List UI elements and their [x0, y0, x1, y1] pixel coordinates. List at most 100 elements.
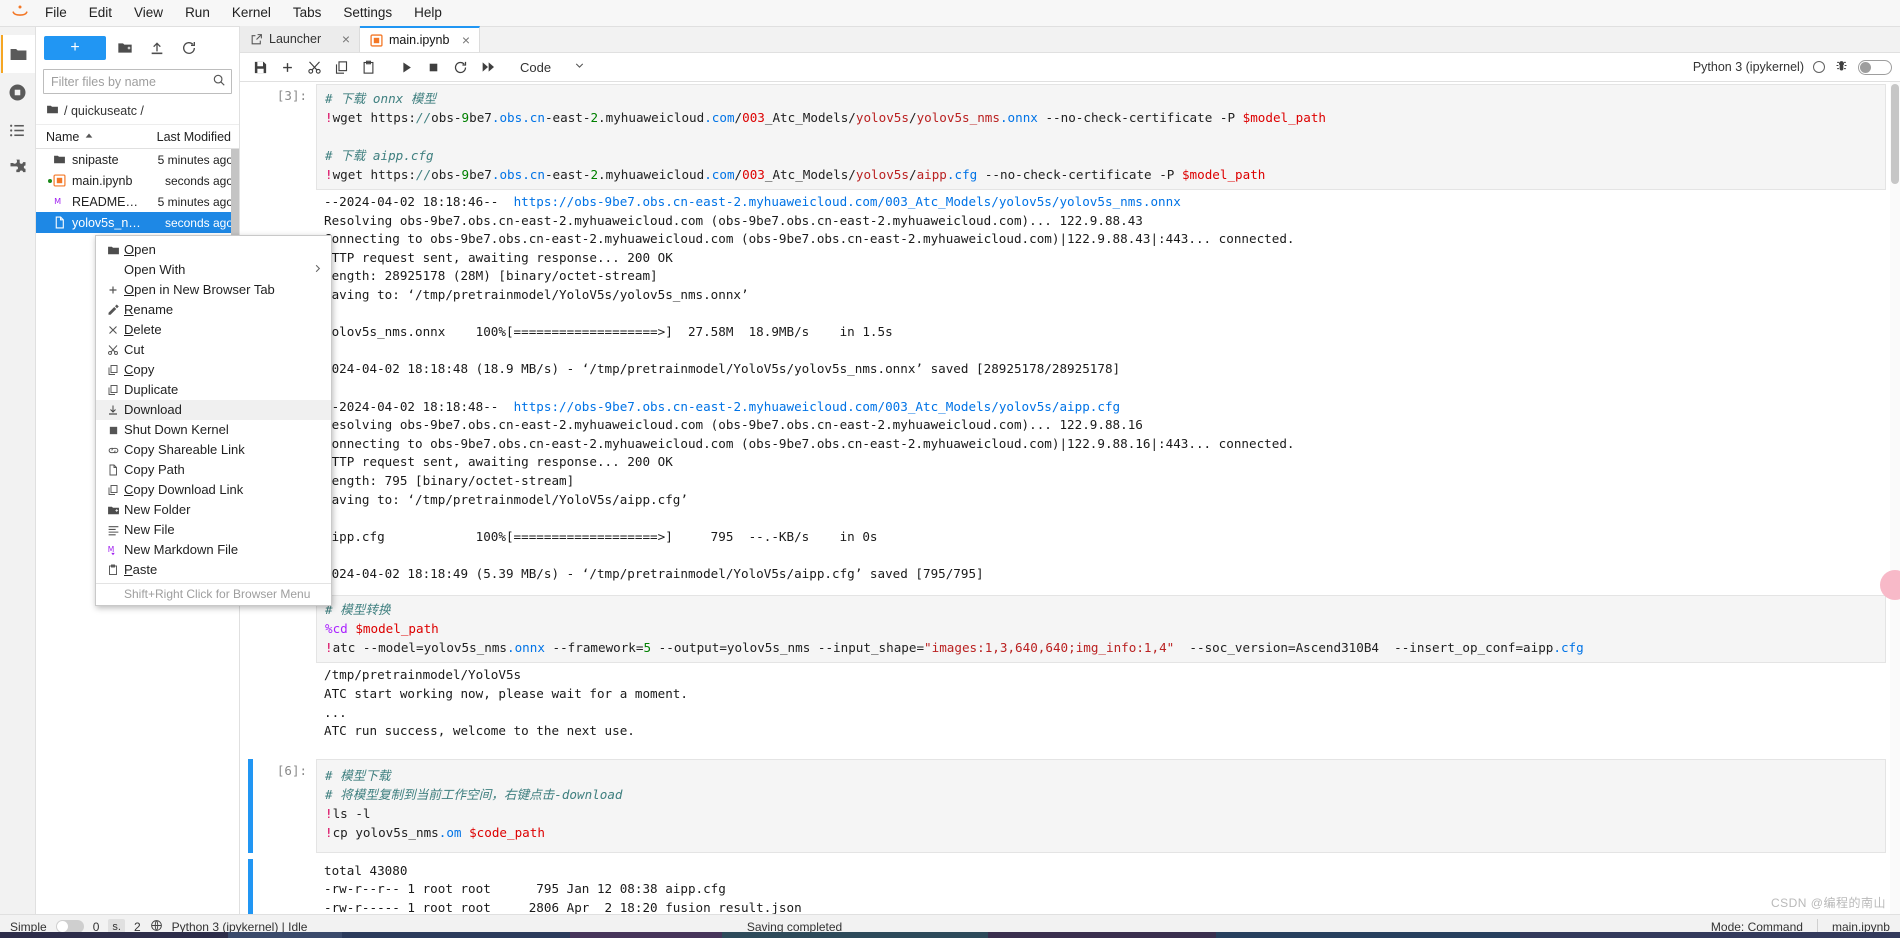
context-menu-item-delete[interactable]: Delete: [96, 320, 331, 340]
copy-icon: [102, 484, 124, 496]
search-input[interactable]: [51, 74, 212, 89]
context-menu-item-shut-down-kernel[interactable]: Shut Down Kernel: [96, 420, 331, 440]
close-icon[interactable]: ×: [342, 32, 350, 46]
context-menu-label: Open in New Browser Tab: [124, 282, 275, 297]
unsaved-dot: [46, 178, 53, 183]
kernel-name[interactable]: Python 3 (ipykernel): [1693, 60, 1804, 74]
cut-icon[interactable]: [302, 56, 327, 79]
sidebar-item-file-browser[interactable]: [0, 35, 35, 73]
sidebar-item-table-of-contents[interactable]: [1, 111, 35, 149]
copy-icon: [102, 364, 124, 376]
refresh-icon[interactable]: [176, 36, 202, 60]
cell-source[interactable]: # 模型下载 # 将模型复制到当前工作空间，右键点击-download !ls …: [316, 758, 1886, 853]
list-item-selected[interactable]: yolov5s_nm... seconds ago: [36, 212, 239, 233]
context-menu-item-new-file[interactable]: New File: [96, 520, 331, 540]
list-item[interactable]: M README.md 5 minutes ago: [36, 191, 239, 212]
workspace: + / quic: [0, 26, 1900, 914]
context-menu-label: Paste: [124, 562, 158, 577]
cell-prompt: [3]:: [276, 88, 307, 103]
svg-text:M: M: [54, 196, 61, 206]
stop-icon[interactable]: [421, 56, 446, 79]
context-menu-item-copy[interactable]: Copy: [96, 360, 331, 380]
context-menu-item-copy-download-link[interactable]: Copy Download Link: [96, 480, 331, 500]
notebook-scrollbar[interactable]: [1890, 82, 1900, 914]
download-icon: [102, 404, 124, 416]
launcher-icon: [250, 33, 263, 46]
cell-prompt: [6]:: [276, 762, 307, 778]
notebook-scroll-region[interactable]: [3]: # 下载 onnx 模型 !wget https://obs-9be7…: [240, 82, 1900, 914]
file-modified: 5 minutes ago: [157, 152, 233, 167]
context-menu-item-open-new-browser-tab[interactable]: Open in New Browser Tab: [96, 280, 331, 300]
new-launcher-button[interactable]: +: [44, 35, 106, 60]
page-icon: [102, 464, 124, 476]
context-menu-item-download[interactable]: Download: [96, 400, 331, 420]
context-menu-label: Shut Down Kernel: [124, 422, 229, 437]
notebook-cell[interactable]: # 模型转换 %cd $model_path !atc --model=yolo…: [240, 595, 1900, 664]
context-menu-item-open-with[interactable]: Open With: [96, 260, 331, 280]
copy-icon[interactable]: [329, 56, 354, 79]
os-taskbar-strip: [0, 932, 1900, 938]
breadcrumb[interactable]: / quickuseatc /: [36, 100, 239, 125]
notebook-cell[interactable]: [3]: # 下载 onnx 模型 !wget https://obs-9be7…: [240, 84, 1900, 190]
cell-source[interactable]: # 下载 onnx 模型 !wget https://obs-9be7.obs.…: [316, 84, 1886, 190]
context-menu-item-new-folder[interactable]: New Folder: [96, 500, 331, 520]
run-icon[interactable]: [394, 56, 419, 79]
context-menu-label: Delete: [124, 322, 162, 337]
sidebar-item-running-terminals[interactable]: [1, 73, 35, 111]
context-menu-item-duplicate[interactable]: Duplicate: [96, 380, 331, 400]
menu-edit[interactable]: Edit: [78, 1, 123, 25]
debugger-icon[interactable]: [1834, 58, 1849, 76]
menu-tabs[interactable]: Tabs: [282, 1, 333, 25]
context-menu-item-new-markdown-file[interactable]: M New Markdown File: [96, 540, 331, 560]
column-header-modified[interactable]: Last Modified: [141, 130, 233, 144]
file-browser-toolbar: +: [36, 27, 239, 67]
menu-view[interactable]: View: [123, 1, 174, 25]
close-icon[interactable]: ×: [462, 33, 470, 47]
list-item[interactable]: snipaste 5 minutes ago: [36, 149, 239, 170]
paste-icon[interactable]: [356, 56, 381, 79]
lines-icon: [102, 524, 124, 537]
file-list-header: Name Last Modified: [36, 125, 239, 149]
cell-type-select[interactable]: Code: [516, 57, 590, 77]
tab-main-ipynb[interactable]: main.ipynb ×: [360, 26, 480, 52]
file-filter-box[interactable]: [43, 69, 232, 94]
save-icon[interactable]: [248, 56, 273, 79]
context-menu-label: New File: [124, 522, 175, 537]
notebook-icon: [53, 174, 72, 187]
context-menu-item-rename[interactable]: Rename: [96, 300, 331, 320]
folder-icon: [102, 244, 124, 257]
output-prompt: [253, 859, 316, 914]
cell-source[interactable]: # 模型转换 %cd $model_path !atc --model=yolo…: [316, 595, 1886, 664]
context-menu-item-cut[interactable]: Cut: [96, 340, 331, 360]
context-menu-label: Duplicate: [124, 382, 179, 397]
context-menu-item-open[interactable]: Open: [96, 240, 331, 260]
context-menu-item-copy-path[interactable]: Copy Path: [96, 460, 331, 480]
context-menu-item-paste[interactable]: Paste: [96, 560, 331, 580]
menu-help[interactable]: Help: [403, 1, 453, 25]
new-folder-icon[interactable]: [112, 36, 138, 60]
column-label-name: Name: [46, 129, 80, 144]
add-cell-icon[interactable]: [275, 56, 300, 79]
list-item[interactable]: main.ipynb seconds ago: [36, 170, 239, 191]
file-context-menu[interactable]: Open Open With Open in New Browser Tab R…: [95, 235, 332, 606]
context-menu-label: Cut: [124, 342, 145, 357]
file-modified: 5 minutes ago: [157, 194, 233, 209]
file-name: README.md: [72, 194, 141, 209]
menu-run[interactable]: Run: [174, 1, 221, 25]
debugger-toggle[interactable]: [1858, 59, 1892, 75]
output-prompt: [253, 663, 316, 744]
context-menu-label: New Markdown File: [124, 542, 239, 557]
context-menu-item-copy-shareable-link[interactable]: Copy Shareable Link: [96, 440, 331, 460]
tab-launcher[interactable]: Launcher ×: [240, 26, 360, 52]
notebook-cell[interactable]: [6]: # 模型下载 # 将模型复制到当前工作空间，右键点击-download…: [240, 758, 1900, 853]
restart-icon[interactable]: [448, 56, 473, 79]
menu-file[interactable]: File: [34, 1, 78, 25]
menu-settings[interactable]: Settings: [332, 1, 403, 25]
column-header-name[interactable]: Name: [46, 130, 141, 144]
restart-run-all-icon[interactable]: [475, 56, 500, 79]
menu-kernel[interactable]: Kernel: [221, 1, 282, 25]
upload-icon[interactable]: [144, 36, 170, 60]
sidebar-item-extension-manager[interactable]: [1, 149, 35, 187]
sort-ascending-icon: [84, 130, 94, 144]
cell-type-value: Code: [520, 59, 552, 75]
